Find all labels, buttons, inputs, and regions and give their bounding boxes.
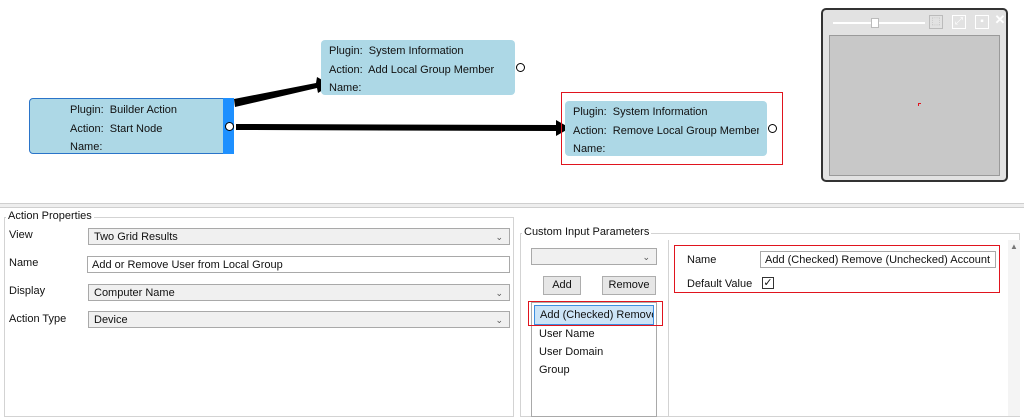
chevron-down-icon: ⌄ xyxy=(495,288,503,298)
default-value-label: Default Value xyxy=(687,278,753,290)
chevron-down-icon: ⌄ xyxy=(642,252,650,262)
view-label: View xyxy=(9,229,33,241)
default-value-checkbox[interactable]: ✓ xyxy=(762,277,774,289)
vertical-scrollbar[interactable]: ▲ xyxy=(1008,240,1020,416)
scroll-up-icon[interactable]: ▲ xyxy=(1010,242,1018,251)
display-value: Computer Name xyxy=(94,287,175,299)
node-action-value: Remove Local Group Member xyxy=(612,124,759,137)
remove-group-member-node[interactable]: Plugin: System Information Action: Remov… xyxy=(565,101,767,156)
add-group-member-node[interactable]: Plugin: System Information Action: Add L… xyxy=(321,40,515,95)
chevron-down-icon: ⌄ xyxy=(495,315,503,325)
display-dropdown[interactable]: Computer Name ⌄ xyxy=(88,284,510,301)
connector-arrow-remove xyxy=(236,120,570,136)
fit-view-icon[interactable]: ⬚ xyxy=(929,15,943,29)
remove-node-output-port[interactable] xyxy=(768,124,777,133)
node-plugin-value: Builder Action xyxy=(109,104,178,116)
node-plugin-label: Plugin: xyxy=(70,104,104,116)
remove-parameter-button[interactable]: Remove xyxy=(602,276,656,295)
node-action-value: Add Local Group Member xyxy=(368,63,495,76)
add-parameter-button[interactable]: Add xyxy=(543,276,581,295)
action-type-dropdown[interactable]: Device ⌄ xyxy=(88,311,510,328)
display-label: Display xyxy=(9,285,46,297)
action-properties-title: Action Properties xyxy=(6,210,94,222)
chevron-down-icon: ⌄ xyxy=(495,232,503,242)
parameter-name-label: Name xyxy=(687,254,717,266)
action-type-label: Action Type xyxy=(9,313,67,325)
close-icon[interactable]: ✕ xyxy=(993,13,1007,27)
minimap-marker xyxy=(918,103,921,106)
list-item[interactable]: Group xyxy=(532,361,656,379)
parameter-name-field[interactable]: Add (Checked) Remove (Unchecked) Account xyxy=(760,251,996,268)
node-plugin-value: System Information xyxy=(368,45,464,57)
center-icon[interactable]: ▪ xyxy=(975,15,989,29)
node-action-label: Action: xyxy=(329,63,363,76)
node-name-label: Name: xyxy=(70,141,103,153)
node-name-label: Name: xyxy=(573,143,606,155)
node-action-label: Action: xyxy=(70,122,104,135)
node-action-label: Action: xyxy=(573,124,607,137)
name-label: Name xyxy=(9,257,39,269)
zoom-slider-thumb[interactable] xyxy=(871,18,879,28)
minimap-panel: ⬚ ⤢ ▪ ✕ xyxy=(821,8,1008,182)
connector-arrow-add xyxy=(234,77,331,107)
list-item[interactable]: User Domain xyxy=(532,343,656,361)
name-field[interactable]: Add or Remove User from Local Group xyxy=(87,256,510,273)
node-plugin-label: Plugin: xyxy=(573,106,607,118)
action-type-value: Device xyxy=(94,314,128,326)
minimap-viewport[interactable] xyxy=(829,35,1000,176)
start-node[interactable]: Plugin: Builder Action Action: Start Nod… xyxy=(29,98,234,154)
panel-splitter[interactable] xyxy=(0,203,1024,208)
node-name-label: Name: xyxy=(329,82,362,94)
node-plugin-value: System Information xyxy=(612,106,708,118)
workflow-canvas[interactable]: Plugin: Builder Action Action: Start Nod… xyxy=(0,0,1024,203)
add-node-output-port[interactable] xyxy=(516,63,525,72)
list-item[interactable]: User Name xyxy=(532,325,656,343)
view-value: Two Grid Results xyxy=(94,231,178,243)
parameter-type-dropdown[interactable]: ⌄ xyxy=(531,248,657,265)
node-plugin-label: Plugin: xyxy=(329,45,363,57)
start-node-output-port[interactable] xyxy=(225,122,234,131)
node-action-value: Start Node xyxy=(109,122,163,135)
custom-input-title: Custom Input Parameters xyxy=(522,226,652,238)
zoom-slider-track[interactable] xyxy=(833,22,925,24)
selected-item-highlight xyxy=(528,301,663,326)
view-dropdown[interactable]: Two Grid Results ⌄ xyxy=(88,228,510,245)
expand-icon[interactable]: ⤢ xyxy=(952,15,966,29)
